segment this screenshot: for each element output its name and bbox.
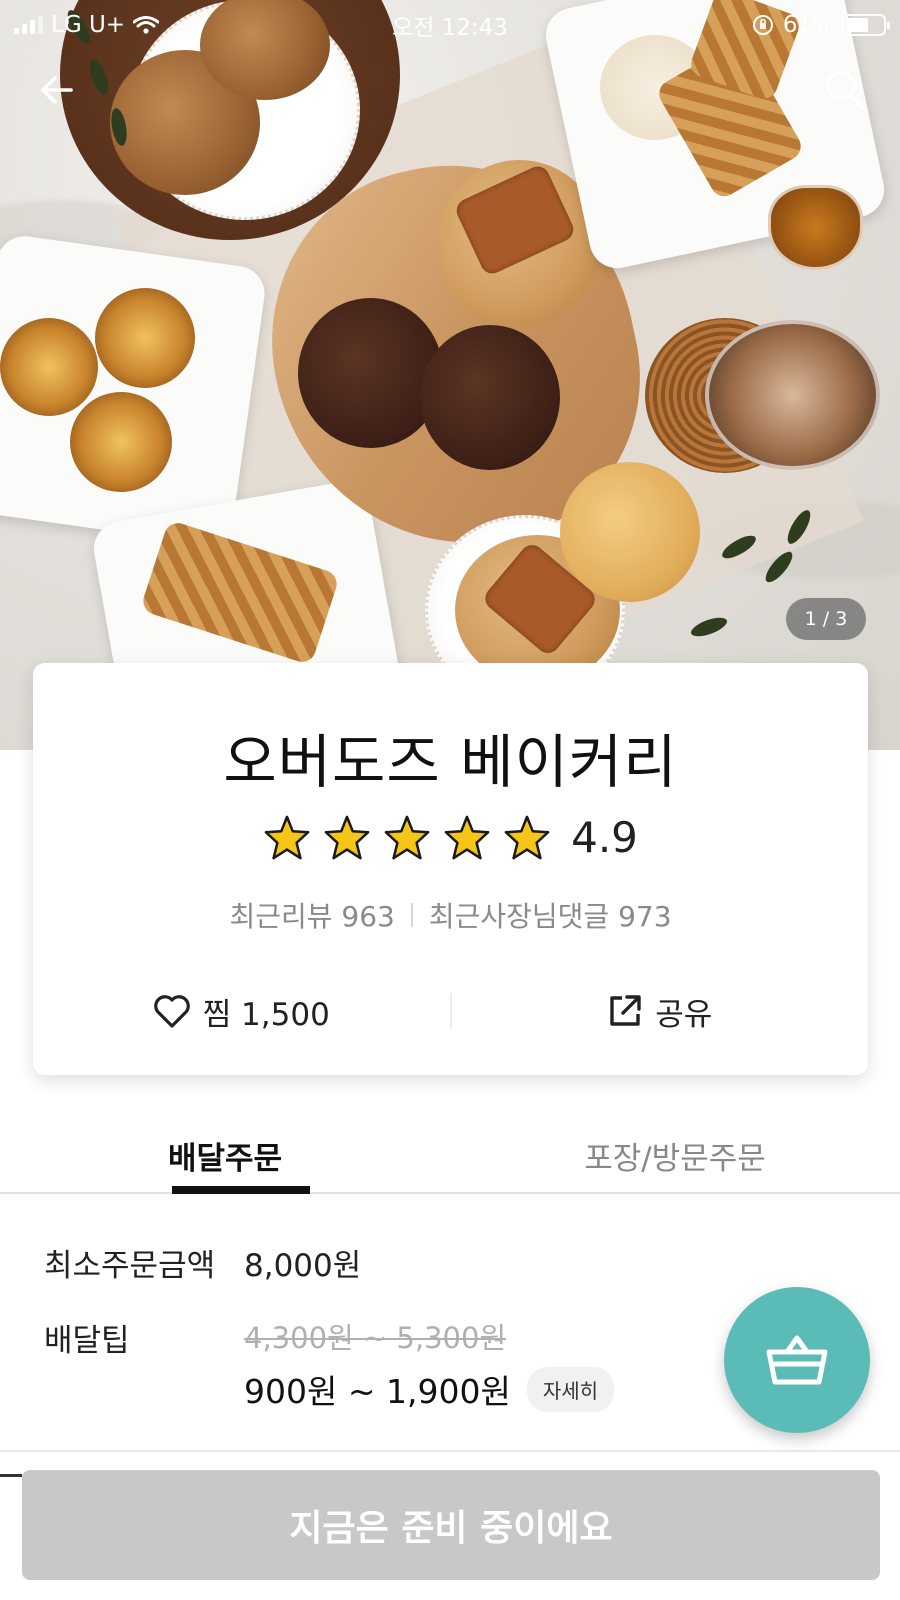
orientation-lock-icon [752, 15, 773, 35]
star-icon [504, 815, 550, 859]
delivery-info: 최소주문금액 8,000원 배달팁 4,300원 ~ 5,300원 900원 ~… [44, 1240, 664, 1413]
delivery-tip-label: 배달팁 [44, 1323, 130, 1359]
tab-delivery-label: 배달주문 [167, 1140, 283, 1177]
share-label: 공유 [655, 996, 713, 1033]
tab-pickup-label: 포장/방문주문 [584, 1140, 766, 1177]
star-icon [384, 815, 430, 859]
delivery-tip-detail-button[interactable]: 자세히 [526, 1366, 615, 1412]
min-order-label: 최소주문금액 [44, 1248, 216, 1284]
tab-delivery[interactable]: 배달주문 [0, 1118, 450, 1192]
rating-value: 4.9 [571, 813, 638, 862]
share-button[interactable]: 공유 [452, 989, 869, 1034]
cart-button[interactable] [724, 1287, 870, 1433]
tab-pickup[interactable]: 포장/방문주문 [450, 1118, 900, 1192]
divider [0, 1450, 900, 1452]
rating-stars [263, 814, 551, 862]
owner-comments-count[interactable]: 최근사장님댓글 973 [429, 895, 672, 935]
battery-icon [842, 14, 890, 36]
back-button[interactable] [32, 65, 82, 115]
min-order-value: 8,000원 [244, 1248, 362, 1284]
signal-icon [14, 16, 43, 34]
rating-row[interactable]: 4.9 [33, 813, 868, 862]
share-icon [610, 995, 641, 1026]
search-icon [826, 71, 865, 110]
divider [410, 903, 413, 927]
carrier-label: LG U+ [51, 12, 126, 38]
order-type-tabs: 배달주문 포장/방문주문 [0, 1118, 900, 1194]
review-stats[interactable]: 최근리뷰 963 최근사장님댓글 973 [33, 895, 868, 935]
recent-reviews-count[interactable]: 최근리뷰 963 [229, 895, 394, 935]
store-photo[interactable] [0, 0, 900, 750]
divider [0, 1474, 22, 1477]
battery-level [846, 18, 868, 32]
photo-page-indicator: 1 / 3 [786, 598, 866, 640]
heart-icon [153, 995, 190, 1028]
store-info-card: 오버도즈 베이커리 4.9 최근리뷰 963 최근사장님댓글 973 찜 1,5… [33, 663, 868, 1075]
basket-icon [766, 1335, 828, 1385]
wifi-icon [133, 16, 160, 34]
star-icon [264, 815, 310, 859]
arrow-left-icon [41, 76, 73, 104]
star-icon [324, 815, 370, 859]
delivery-tip-discounted: 900원 ~ 1,900원 [244, 1372, 511, 1411]
like-count: 찜 1,500 [202, 996, 330, 1033]
battery-percent: 61% [782, 12, 834, 38]
star-icon [444, 815, 490, 859]
status-bar: LG U+ 오전 12:43 61% [0, 0, 900, 50]
search-button[interactable] [820, 65, 870, 115]
delivery-tip-original: 4,300원 ~ 5,300원 [244, 1321, 507, 1355]
active-tab-indicator [172, 1186, 310, 1194]
like-button[interactable]: 찜 1,500 [33, 989, 450, 1034]
store-name: 오버도즈 베이커리 [223, 728, 678, 796]
order-button-disabled[interactable]: 지금은 준비 중이에요 [22, 1470, 880, 1580]
